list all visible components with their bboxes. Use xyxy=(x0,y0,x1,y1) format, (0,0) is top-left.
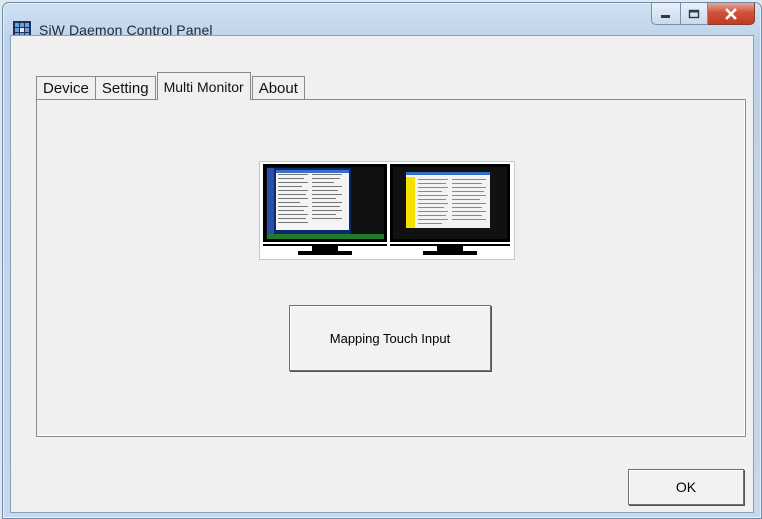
maximize-icon xyxy=(688,9,700,18)
close-icon xyxy=(725,7,737,20)
tab-setting[interactable]: Setting xyxy=(94,76,156,100)
mapping-touch-input-button[interactable]: Mapping Touch Input xyxy=(289,305,491,371)
dialog-client-area: Device Setting Multi Monitor About Mappi… xyxy=(10,35,754,513)
minimize-icon xyxy=(661,14,670,18)
caption-buttons xyxy=(651,3,755,25)
multi-monitor-panel: Mapping Touch Input xyxy=(36,99,746,437)
close-button[interactable] xyxy=(708,3,755,25)
monitor-illustration xyxy=(263,164,510,255)
app-window: SiW Daemon Control Panel Device Setting … xyxy=(2,2,762,519)
tab-multi-monitor[interactable]: Multi Monitor xyxy=(156,72,251,100)
tab-device[interactable]: Device xyxy=(36,76,96,100)
minimize-button[interactable] xyxy=(651,3,681,25)
maximize-button[interactable] xyxy=(681,3,708,25)
dual-monitor-preview xyxy=(259,161,515,260)
tab-about[interactable]: About xyxy=(251,76,305,100)
tab-strip: Device Setting Multi Monitor About xyxy=(36,72,305,100)
ok-button[interactable]: OK xyxy=(628,469,744,505)
